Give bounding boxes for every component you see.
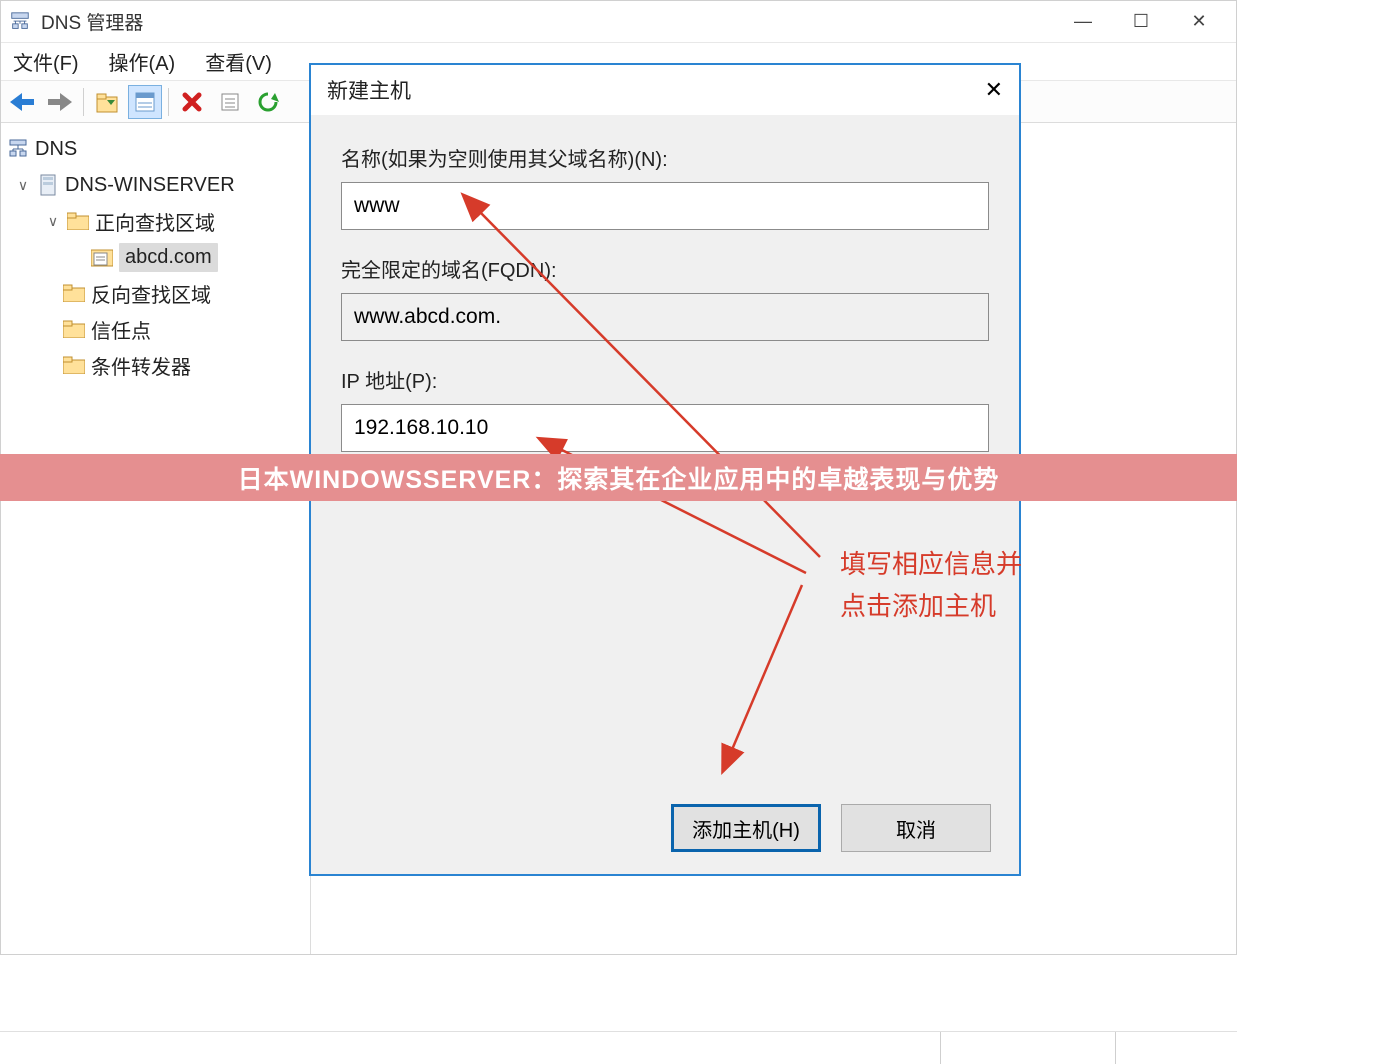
cancel-button[interactable]: 取消	[841, 804, 991, 852]
back-button[interactable]	[5, 85, 39, 119]
tree-server[interactable]: ∨ DNS-WINSERVER	[1, 167, 310, 203]
dialog-close-button[interactable]: ✕	[985, 77, 1003, 103]
zone-file-icon	[91, 247, 113, 267]
app-icon	[9, 11, 31, 33]
tree-root-label: DNS	[35, 138, 77, 161]
status-bar	[0, 1031, 1237, 1064]
titlebar: DNS 管理器 — ☐ ✕	[1, 1, 1236, 43]
folder-icon	[63, 356, 85, 374]
tree-zone-label: abcd.com	[119, 243, 218, 272]
minimize-button[interactable]: —	[1054, 3, 1112, 41]
menu-file[interactable]: 文件(F)	[9, 45, 83, 78]
tree-forward-label: 正向查找区域	[95, 207, 215, 236]
annotation-text: 填写相应信息并 点击添加主机	[840, 544, 1022, 627]
tree-root[interactable]: DNS	[1, 131, 310, 167]
fqdn-label: 完全限定的域名(FQDN):	[341, 254, 989, 283]
collapse-icon[interactable]: ∨	[45, 213, 61, 230]
ip-label: IP 地址(P):	[341, 365, 989, 394]
tree-reverse-label: 反向查找区域	[91, 279, 211, 308]
collapse-icon[interactable]: ∨	[15, 177, 31, 194]
tree-reverse-zone[interactable]: 反向查找区域	[1, 275, 310, 311]
tree-zone-abcd[interactable]: abcd.com	[1, 239, 310, 275]
tree-trust-label: 信任点	[91, 315, 151, 344]
folder-icon	[63, 284, 85, 302]
menu-view[interactable]: 查看(V)	[201, 45, 276, 78]
window-title: DNS 管理器	[41, 8, 1054, 35]
properties-button[interactable]	[213, 85, 247, 119]
article-banner: 日本WINDOWSSERVER：探索其在企业应用中的卓越表现与优势	[0, 454, 1237, 501]
close-button[interactable]: ✕	[1170, 3, 1228, 41]
name-field[interactable]: www	[341, 182, 989, 230]
tree-conditional[interactable]: 条件转发器	[1, 347, 310, 383]
fqdn-field: www.abcd.com.	[341, 293, 989, 341]
server-icon	[37, 174, 59, 196]
dialog-title: 新建主机	[327, 75, 411, 105]
forward-button[interactable]	[43, 85, 77, 119]
folder-icon	[63, 320, 85, 338]
maximize-button[interactable]: ☐	[1112, 3, 1170, 41]
tree-forward-zone[interactable]: ∨ 正向查找区域	[1, 203, 310, 239]
folder-icon	[67, 212, 89, 230]
menu-action[interactable]: 操作(A)	[105, 45, 180, 78]
name-label: 名称(如果为空则使用其父域名称)(N):	[341, 143, 989, 172]
tree-server-label: DNS-WINSERVER	[65, 174, 235, 197]
dialog-titlebar[interactable]: 新建主机 ✕	[311, 65, 1019, 115]
up-button[interactable]	[90, 85, 124, 119]
dns-root-icon	[7, 139, 29, 159]
show-list-button[interactable]	[128, 85, 162, 119]
ip-field[interactable]: 192.168.10.10	[341, 404, 989, 452]
tree-trust[interactable]: 信任点	[1, 311, 310, 347]
refresh-button[interactable]	[251, 85, 285, 119]
tree-conditional-label: 条件转发器	[91, 351, 191, 380]
add-host-button[interactable]: 添加主机(H)	[671, 804, 821, 852]
tree-panel: DNS ∨ DNS-WINSERVER ∨ 正向查找区域 abcd.com 反向…	[1, 123, 311, 954]
delete-button[interactable]	[175, 85, 209, 119]
